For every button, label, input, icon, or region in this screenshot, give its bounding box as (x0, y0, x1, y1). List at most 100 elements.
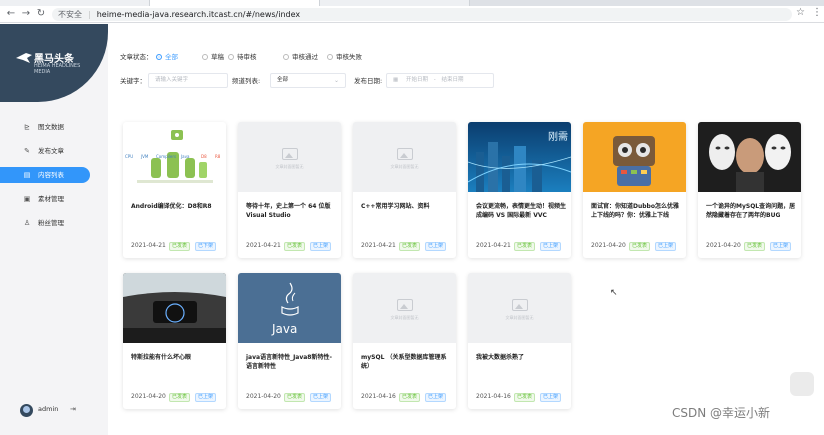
article-thumbnail: 文章封面图暂无 (353, 122, 456, 192)
city-network-image: 刚需 (468, 122, 571, 192)
placeholder-image: 文章封面图暂无 (238, 122, 341, 192)
article-date: 2021-04-16 (476, 393, 511, 400)
article-title: java语言新特性_Java8新特性-语言新特性 (246, 354, 332, 370)
separator: | (88, 10, 91, 19)
status-badge-shelf: 已上架 (425, 393, 447, 402)
sidebar-item-label: 粉丝管理 (38, 219, 64, 227)
android-label-cpu: CPU (125, 154, 133, 159)
address-bar: ← → ↻ 不安全 | heime-media-java.research.itca… (0, 6, 824, 23)
article-meta: 2021-04-20 已发表 已上架 (246, 392, 341, 402)
logo-bird-icon (16, 53, 32, 63)
channel-select[interactable]: 全部 ⌄ (270, 73, 346, 88)
article-title: 等待十年，史上第一个 64 位版 Visual Studio (246, 203, 331, 219)
article-card[interactable]: 面试官：你知道Dubbo怎么优雅上下线的吗？你：优雅上下线 2021-04-20… (583, 122, 686, 258)
status-badge-published: 已发表 (284, 242, 306, 251)
back-icon[interactable]: ← (4, 7, 18, 21)
status-badge-shelf: 已上架 (655, 242, 677, 251)
sidebar-item-materials[interactable]: ▣ 素材管理 (0, 191, 90, 207)
date-separator: - (433, 77, 436, 83)
status-badge-shelf: 已下架 (195, 242, 217, 251)
logout-icon[interactable]: ⇥ (70, 405, 76, 413)
date-end-placeholder: 结束日期 (441, 77, 464, 83)
keyword-label: 关键字： (120, 77, 146, 85)
article-thumbnail (583, 122, 686, 192)
article-card[interactable]: CPU JVM Compilers Java D8 R8 Android编译优化… (123, 122, 226, 258)
date-range-picker[interactable]: ▦ 开始日期 - 结束日期 (386, 73, 494, 88)
article-meta: 2021-04-16 已发表 已上架 (476, 392, 571, 402)
article-card[interactable]: Java java语言新特性_Java8新特性-语言新特性 2021-04-20… (238, 273, 341, 409)
android-label-java: Java (180, 154, 190, 159)
article-date: 2021-04-20 (706, 242, 741, 249)
radio-dot (327, 54, 333, 60)
java-logo-image: Java (238, 273, 341, 343)
keyword-input[interactable]: 请输入关键字 (148, 73, 228, 88)
article-thumbnail (698, 122, 801, 192)
article-meta: 2021-04-16 已发表 已上架 (361, 392, 456, 402)
article-title: 我被大数据杀熟了 (476, 354, 525, 361)
article-meta: 2021-04-21 已发表 已上架 (361, 241, 456, 251)
watermark: CSDN @幸运小新 (672, 406, 771, 420)
sidebar-item-publish[interactable]: ✎ 发布文章 (0, 143, 90, 159)
status-badge-published: 已发表 (744, 242, 766, 251)
date-label: 发布日期: (354, 77, 383, 85)
radio-dot (283, 54, 289, 60)
article-meta: 2021-04-21 已发表 已上架 (476, 241, 571, 251)
avatar[interactable] (20, 404, 33, 417)
placeholder-image: 文章封面图暂无 (353, 273, 456, 343)
bookmark-star-icon[interactable]: ☆ (796, 7, 805, 18)
article-thumbnail: 文章封面图暂无 (468, 273, 571, 343)
status-filter-row: 文章状态： 全部 草稿 待审核 审核通过 审核失败 (120, 49, 720, 65)
status-badge-published: 已发表 (514, 242, 536, 251)
robot-image (583, 122, 686, 192)
image-placeholder-icon (282, 148, 298, 160)
radio-label: 审核通过 (292, 53, 318, 61)
article-meta: 2021-04-20 已发表 已上架 (591, 241, 686, 251)
article-thumbnail: 文章封面图暂无 (353, 273, 456, 343)
channel-label: 频道列表: (232, 77, 261, 85)
article-card[interactable]: 文章封面图暂无 mySQL （关系型数据库管理系统） 2021-04-16 已发… (353, 273, 456, 409)
edit-icon: ✎ (24, 147, 30, 155)
status-badge-shelf: 已上架 (195, 393, 217, 402)
masks-image (698, 122, 801, 192)
main-content: 文章状态： 全部 草稿 待审核 审核通过 审核失败 关键字： 请输入关键字 频道… (108, 24, 824, 435)
article-card[interactable]: 一个诡异的MySQL查询问题，居然隐藏着存在了两年的BUG 2021-04-20… (698, 122, 801, 258)
user-box: admin ⇥ (20, 404, 100, 418)
article-card[interactable]: 文章封面图暂无 我被大数据杀熟了 2021-04-16 已发表 已上架 (468, 273, 571, 409)
radio-dot (202, 54, 208, 60)
chart-icon: ⊵ (24, 123, 30, 131)
radio-label: 全部 (165, 53, 178, 61)
radio-label: 待审核 (237, 53, 257, 61)
article-meta: 2021-04-21 已发表 已下架 (131, 241, 226, 251)
insecure-label: 不安全 (58, 10, 82, 19)
article-card[interactable]: 文章封面图暂无 C++常用学习网站、资料 2021-04-21 已发表 已上架 (353, 122, 456, 258)
sidebar-item-content-list[interactable]: ▤ 内容列表 (0, 167, 90, 183)
car-interior-image (123, 273, 226, 343)
radio-dot (156, 54, 162, 60)
url-field[interactable]: 不安全 | heime-media-java.research.itcast.cn/… (52, 8, 792, 21)
article-title: Android编译优化：D8和R8 (131, 203, 212, 210)
forward-icon[interactable]: → (19, 7, 33, 21)
article-card[interactable]: 文章封面图暂无 等待十年，史上第一个 64 位版 Visual Studio 2… (238, 122, 341, 258)
sidebar-item-fans[interactable]: ♙ 粉丝管理 (0, 215, 90, 231)
status-badge-shelf: 已上架 (540, 393, 562, 402)
brand-subtitle: HEIMA HEADLINES MEDIA (34, 63, 81, 75)
chevron-down-icon: ⌄ (333, 77, 339, 84)
article-title: C++常用学习网站、资料 (361, 203, 430, 210)
list-icon: ▤ (23, 171, 31, 179)
article-date: 2021-04-21 (131, 242, 166, 249)
reload-icon[interactable]: ↻ (34, 7, 48, 21)
city-overlay-text: 刚需 (548, 131, 568, 143)
channel-value: 全部 (277, 77, 289, 83)
logo: 黑马头条 HEIMA HEADLINES MEDIA (16, 48, 106, 78)
browser-menu-icon[interactable]: ⋮ (812, 7, 822, 18)
sidebar-item-data[interactable]: ⊵ 图文数据 (0, 119, 90, 135)
date-start-placeholder: 开始日期 (405, 77, 428, 83)
image-placeholder-icon (397, 148, 413, 160)
status-badge-published: 已发表 (169, 393, 191, 402)
status-badge-published: 已发表 (399, 242, 421, 251)
sidebar-item-label: 图文数据 (38, 123, 64, 131)
article-card[interactable]: 特斯拉能有什么坏心眼 2021-04-20 已发表 已上架 (123, 273, 226, 409)
article-card[interactable]: 刚需 会议更流畅，表情更生动！视频生成编码 VS 国际最新 VVC 2021-0… (468, 122, 571, 258)
article-title: 特斯拉能有什么坏心眼 (131, 354, 192, 361)
status-badge-published: 已发表 (399, 393, 421, 402)
